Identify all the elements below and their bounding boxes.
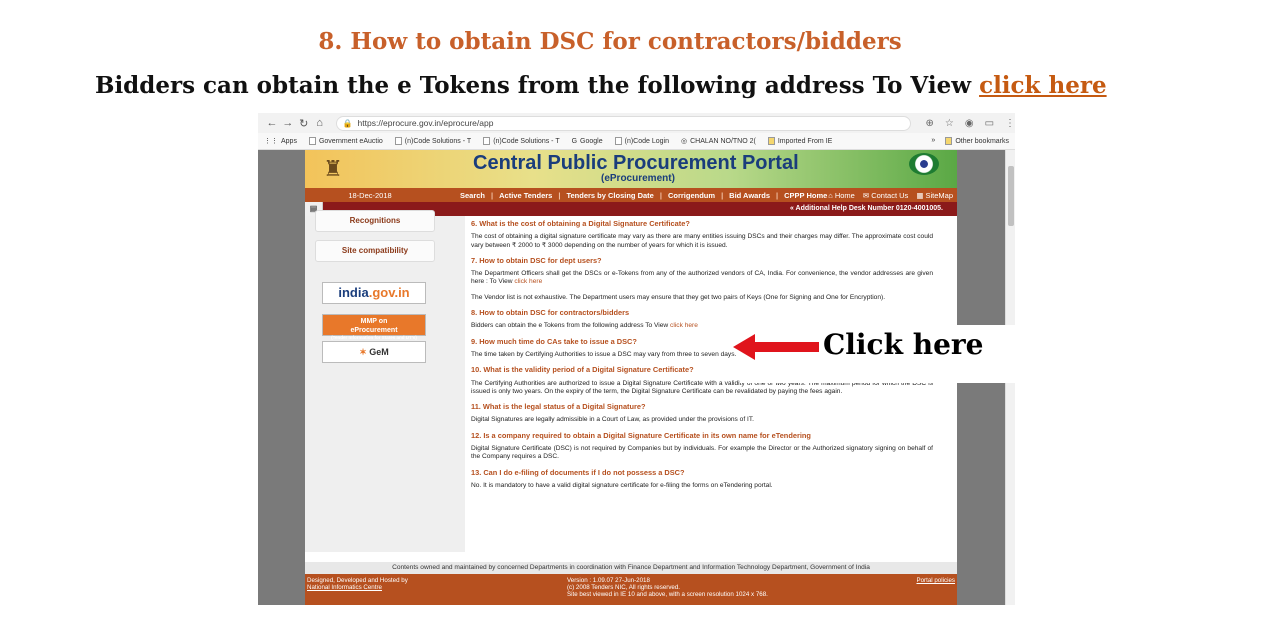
footer-version: Version : 1.09.07 27-Jun-2018 [567,577,650,584]
mmp-eprocurement-logo[interactable]: MMP on eProcurement (Tender Information … [322,314,426,340]
current-date: 18-Dec-2018 [348,190,392,200]
faq-answer: The cost of obtaining a digital signatur… [471,233,933,249]
footer-copyright: (c) 2008 Tenders NIC, All rights reserve… [567,584,681,591]
apps-icon: ⋮⋮ [264,138,278,145]
url-text: https://eprocure.gov.in/eprocure/app [357,118,494,128]
star-icon[interactable]: ☆ [945,118,954,129]
footer-bar: Designed, Developed and Hosted by Nation… [305,574,957,605]
slide-subtitle: Bidders can obtain the e Tokens from the… [95,72,1107,99]
nav-tenders-by-closing-date[interactable]: Tenders by Closing Date [566,191,653,200]
dept-click-here-link[interactable]: click here [514,278,542,285]
footer-info: Contents owned and maintained by concern… [305,562,957,574]
page-icon [308,137,316,145]
scroll-thumb[interactable] [1008,166,1014,226]
reload-icon[interactable]: ↻ [296,117,312,130]
bookmark-item[interactable]: Imported From IE [767,137,832,145]
site-compatibility-button[interactable]: Site compatibility [315,240,435,262]
nav-corrigendum[interactable]: Corrigendum [668,191,715,200]
sitemap-link[interactable]: ▦ SiteMap [916,191,953,200]
bidders-click-here-link[interactable]: click here [670,322,698,329]
recognitions-button[interactable]: Recognitions [315,210,435,232]
contact-link[interactable]: ✉ Contact Us [863,191,908,200]
faq-question: 6. What is the cost of obtaining a Digit… [471,219,690,228]
home-icon: ⌂ [828,190,835,200]
chalan-icon: ◎ [681,138,688,145]
gem-star-icon: ✶ [359,347,370,357]
portal-policies-link[interactable]: Portal policies [916,577,955,584]
gem-logo[interactable]: ✶ GeM [322,341,426,363]
faq-question: 8. How to obtain DSC for contractors/bid… [471,308,630,318]
portal-banner: ♜ Central Public Procurement Portal (ePr… [305,150,957,188]
bookmark-item[interactable]: (n)Code Login [614,137,669,145]
portal-sidebar: Recognitions Site compatibility india.go… [305,210,465,552]
faq-question: 13. Can I do e-filing of documents if I … [471,467,685,477]
faq-question: 7. How to obtain DSC for dept users? [471,255,602,265]
url-field[interactable]: 🔒 https://eprocure.gov.in/eprocure/app [335,115,912,131]
bookmark-apps[interactable]: ⋮⋮ Apps [264,137,297,146]
slide-heading: 8. How to obtain DSC for contractors/bid… [318,28,902,55]
back-icon[interactable]: ← [264,117,280,129]
india-gov-logo[interactable]: india.gov.in [322,282,426,304]
faq-question: 12. Is a company required to obtain a Di… [471,430,811,440]
profile-icon[interactable]: ▭ [985,118,994,129]
menu-icon[interactable]: ⋮ [1005,118,1015,129]
faq-answer: The Vendor list is not exhaustive. The D… [471,293,886,301]
emblem-flag-icon [909,153,939,175]
click-here-callout: Click here [823,328,984,361]
portal-subtitle: (eProcurement) [601,173,675,184]
zoom-icon[interactable]: ⊕ [925,118,933,129]
page-icon [483,137,491,145]
left-arrow-icon [733,334,819,360]
lock-icon: 🔒 [342,118,353,128]
bookmark-item[interactable]: ◎ CHALAN NO/TNO 2( [681,137,756,146]
home-icon[interactable]: ⌂ [312,117,328,129]
mail-icon: ✉ [862,190,872,200]
nav-bid-awards[interactable]: Bid Awards [729,191,770,200]
help-desk-text: « Additional Help Desk Number 0120-40010… [789,205,943,212]
page-icon [614,137,622,145]
bookmark-item[interactable]: G Google [572,138,603,145]
footer-best-viewed: Site best viewed in IE 10 and above, wit… [567,591,768,598]
google-icon: G [571,137,578,145]
extension-icon[interactable]: ◉ [965,118,974,129]
bookmark-item[interactable]: Government eAuctio [308,137,383,145]
home-link[interactable]: ⌂ Home [828,191,855,200]
faq-question: 11. What is the legal status of a Digita… [471,402,646,412]
faq-answer: The Department Officers shall get the DS… [471,270,933,286]
bookmark-item[interactable]: (n)Code Solutions - T [394,137,471,145]
folder-icon [767,137,775,145]
portal-title: Central Public Procurement Portal [473,152,799,174]
slide-subtitle-text: Bidders can obtain the e Tokens from the… [95,72,972,99]
footer-designed-by: Designed, Developed and Hosted by [307,577,408,584]
page-icon [394,137,402,145]
address-bar: ← → ↻ ⌂ 🔒 https://eprocure.gov.in/eprocu… [258,113,1015,133]
nav-active-tenders[interactable]: Active Tenders [499,191,552,200]
portal-navbar: 18-Dec-2018 Search | Active Tenders | Tend… [305,188,957,202]
faq-answer: Digital Signature Certificate (DSC) is n… [471,445,933,461]
folder-icon [945,137,953,145]
nav-cppp-home[interactable]: CPPP Home [784,191,827,200]
more-bookmarks[interactable]: » [931,137,935,145]
emblem-icon: ♜ [323,156,343,181]
nav-search[interactable]: Search [460,191,485,200]
bookmark-item[interactable]: (n)Code Solutions - T [483,137,560,145]
slide-click-here-link[interactable]: click here [979,72,1107,99]
forward-icon[interactable]: → [280,117,296,129]
other-bookmarks[interactable]: Other bookmarks [945,137,1009,145]
faq-answer: Digital Signatures are legally admissibl… [471,416,754,424]
faq-answer: No. It is mandatory to have a valid digi… [471,481,773,489]
nic-link[interactable]: National Informatics Centre [307,584,382,591]
bookmarks-bar: ⋮⋮ Apps Government eAuctio (n)Code Soluti… [258,133,1015,150]
